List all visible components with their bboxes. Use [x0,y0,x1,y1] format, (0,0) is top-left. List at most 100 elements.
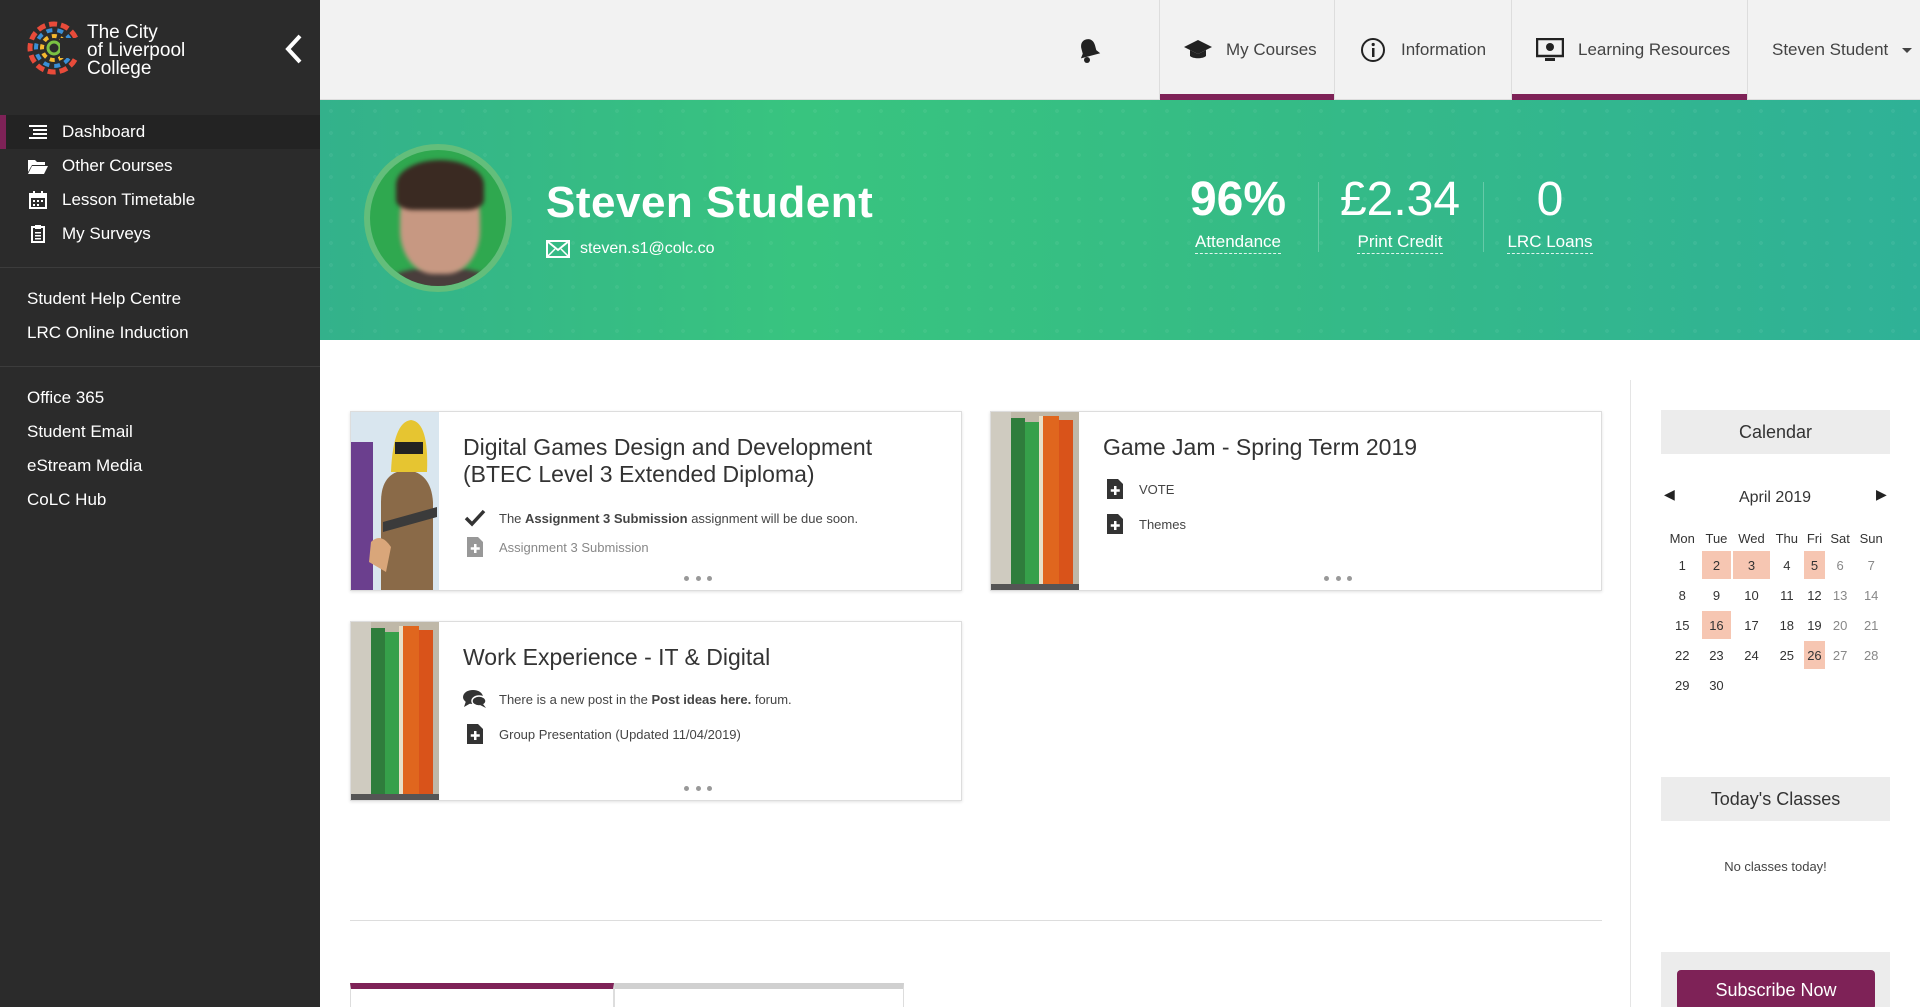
calendar-day-header: Thu [1775,530,1799,546]
calendar-day[interactable]: 24 [1733,641,1769,669]
calendar-day[interactable]: 7 [1855,551,1887,579]
bottom-tabs [350,983,904,1007]
course-activity-row[interactable]: Assignment 3 Submission [463,536,649,558]
calendar-day[interactable]: 25 [1772,641,1803,669]
calendar-day[interactable]: 17 [1733,611,1769,639]
profile-banner: Steven Student steven.s1@colc.co 96% Att… [320,100,1920,340]
calendar-day[interactable]: 16 [1701,611,1732,639]
file-plus-icon [463,723,487,745]
user-menu[interactable]: Steven Student [1747,0,1920,100]
calendar-day[interactable]: 27 [1827,641,1854,669]
course-activity-row[interactable]: The Assignment 3 Submission assignment w… [463,507,858,529]
sidebar-primary-group: Dashboard Other Courses Lesson Timetable… [0,100,320,268]
course-activity-row[interactable]: Group Presentation (Updated 11/04/2019) [463,723,741,745]
stat-label-lrc-loans[interactable]: LRC Loans [1507,232,1593,254]
activity-text-bold: Assignment 3 Submission [525,510,688,526]
calendar-day-header: Sat [1830,530,1850,546]
sidebar-item-label: My Surveys [62,224,151,243]
course-card[interactable]: Work Experience - IT & Digital There is … [350,621,962,801]
tab-label: Learning Resources [1578,40,1731,59]
bottom-tab-2[interactable] [614,983,904,1007]
file-plus-icon [1103,513,1127,535]
calendar-empty-cell [1733,671,1769,699]
tab-my-courses[interactable]: My Courses [1159,0,1334,100]
tab-learning-resources[interactable]: Learning Resources [1511,0,1747,100]
logo[interactable]: The City of Liverpool College [0,0,320,100]
calendar-day[interactable]: 1 [1665,551,1700,579]
calendar-day[interactable]: 26 [1804,641,1825,669]
more-options-icon[interactable] [684,786,712,792]
calendar-day[interactable]: 19 [1804,611,1825,639]
calendar-heading: Calendar [1661,410,1890,454]
sidebar-item-student-email[interactable]: Student Email [0,415,320,449]
calendar-day[interactable]: 30 [1702,671,1732,699]
stat-attendance: 96% Attendance [1168,172,1308,254]
more-options-icon[interactable] [684,576,712,582]
envelope-icon [546,240,570,258]
stat-label-print-credit[interactable]: Print Credit [1357,232,1443,254]
subscribe-button[interactable]: Subscribe Now [1677,970,1875,1007]
sidebar-item-colc-hub[interactable]: CoLC Hub [0,483,320,517]
calendar-day[interactable]: 28 [1855,641,1887,669]
sidebar-item-student-help-centre[interactable]: Student Help Centre [0,282,320,316]
calendar-day[interactable]: 5 [1804,551,1825,579]
stat-label-attendance[interactable]: Attendance [1194,232,1281,254]
course-title[interactable]: Work Experience - IT & Digital [463,644,933,671]
calendar-day[interactable]: 9 [1702,581,1732,609]
collapse-sidebar-icon[interactable] [282,32,306,66]
calendar-empty-cell [1772,671,1803,699]
calendar-day[interactable]: 22 [1665,641,1700,669]
calendar-day[interactable]: 18 [1772,611,1803,639]
calendar-prev-month-icon[interactable]: ◀ [1664,486,1675,503]
clipboard-icon [28,224,48,244]
course-card[interactable]: Game Jam - Spring Term 2019 VOTE Themes [990,411,1602,591]
calendar-day[interactable]: 4 [1772,551,1803,579]
calendar-day-header: Mon [1669,530,1695,546]
calendar-day[interactable]: 15 [1665,611,1700,639]
calendar-day[interactable]: 14 [1855,581,1887,609]
activity-text-pre: There is a new post in the [499,691,648,707]
profile-email[interactable]: steven.s1@colc.co [546,240,715,258]
tab-information[interactable]: Information [1334,0,1511,100]
sidebar-item-other-courses[interactable]: Other Courses [0,149,320,183]
sidebar-item-dashboard[interactable]: Dashboard [0,115,320,149]
activity-text-post: assignment will be due soon. [691,510,859,526]
stat-value: £2.34 [1339,173,1461,226]
calendar-day[interactable]: 2 [1701,551,1732,579]
sidebar-links-group: Office 365 Student Email eStream Media C… [0,367,320,533]
course-card[interactable]: Digital Games Design and Development (BT… [350,411,962,591]
course-thumbnail-image [351,412,439,590]
bottom-tab-1[interactable] [350,983,614,1007]
calendar-day[interactable]: 10 [1733,581,1769,609]
more-options-icon[interactable] [1324,576,1352,582]
sidebar-item-my-surveys[interactable]: My Surveys [0,217,320,251]
sidebar-item-estream-media[interactable]: eStream Media [0,449,320,483]
stat-divider [1318,182,1319,252]
sidebar-help-group: Student Help Centre LRC Online Induction [0,268,320,367]
calendar-week-row: 22 23 24 25 26 27 28 [1665,641,1887,669]
calendar-day[interactable]: 21 [1855,611,1887,639]
graduation-cap-icon [1184,36,1212,64]
course-title[interactable]: Game Jam - Spring Term 2019 [1103,434,1573,461]
sidebar-item-lrc-online-induction[interactable]: LRC Online Induction [0,316,320,350]
calendar-day[interactable]: 11 [1772,581,1803,609]
calendar-grid: Mon Tue Wed Thu Fri Sat Sun 1 2 3 4 5 6 7 8 9 10 1… [1663,525,1889,701]
course-activity-row[interactable]: Themes [1103,513,1186,535]
calendar-day[interactable]: 6 [1827,551,1854,579]
sidebar-item-office-365[interactable]: Office 365 [0,381,320,415]
calendar-day[interactable]: 23 [1702,641,1732,669]
notifications-bell-icon[interactable] [1075,36,1103,64]
calendar-day[interactable]: 3 [1733,551,1770,579]
calendar-day[interactable]: 20 [1827,611,1854,639]
course-title[interactable]: Digital Games Design and Development (BT… [463,434,933,488]
calendar-day[interactable]: 8 [1665,581,1700,609]
tab-label: Information [1401,40,1487,59]
calendar-day[interactable]: 13 [1827,581,1854,609]
stat-value: 96% [1189,173,1287,226]
calendar-next-month-icon[interactable]: ▶ [1876,486,1887,503]
course-activity-row[interactable]: VOTE [1103,478,1174,500]
calendar-day[interactable]: 12 [1804,581,1825,609]
course-activity-row[interactable]: There is a new post in the Post ideas he… [463,688,792,710]
sidebar-item-lesson-timetable[interactable]: Lesson Timetable [0,183,320,217]
calendar-day[interactable]: 29 [1665,671,1700,699]
